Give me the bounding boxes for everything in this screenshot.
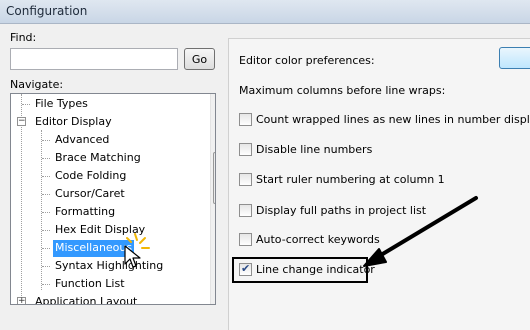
tree-connector	[42, 212, 50, 213]
go-button[interactable]: Go	[184, 48, 215, 70]
checkbox-checked[interactable]	[239, 262, 252, 276]
option-label: Start ruler numbering at column 1	[256, 173, 445, 186]
window-title: Configuration	[6, 4, 88, 18]
expander-minus-icon[interactable]: −	[17, 117, 26, 126]
tree-connector	[42, 284, 50, 285]
checkbox[interactable]	[239, 204, 252, 217]
preferences-panel: Editor color preferences: Maximum column…	[228, 38, 530, 330]
editor-color-button[interactable]	[499, 47, 530, 69]
scroll-up-arrow-icon[interactable]: ▲	[211, 94, 215, 110]
scroll-down-arrow-icon[interactable]: ▼	[211, 288, 215, 304]
navigate-tree[interactable]: − + File Types Editor Display Advanced B…	[10, 93, 216, 305]
checkbox[interactable]	[239, 233, 252, 246]
tree-item-application-layout[interactable]: Application Layout	[33, 294, 139, 304]
checkbox[interactable]	[239, 173, 252, 186]
option-label: Line change indicator	[256, 263, 375, 276]
checkbox[interactable]	[239, 113, 252, 126]
option-label: Auto-correct keywords	[256, 233, 380, 246]
scroll-thumb[interactable]	[213, 152, 215, 204]
option-label: Display full paths in project list	[256, 204, 427, 217]
option-label: Disable line numbers	[256, 143, 373, 156]
mouse-cursor-icon	[124, 245, 141, 268]
find-input[interactable]	[10, 48, 178, 70]
tree-connector	[22, 104, 30, 105]
tree-connector	[42, 194, 50, 195]
tree-item-editor-display[interactable]: Editor Display	[33, 114, 114, 131]
tree-item-file-types[interactable]: File Types	[33, 96, 90, 113]
tree-item-cursor-caret[interactable]: Cursor/Caret	[53, 186, 127, 203]
tree-item-function-list[interactable]: Function List	[53, 276, 127, 293]
tree-connector	[42, 176, 50, 177]
tree-connector	[42, 140, 50, 141]
checkbox[interactable]	[239, 143, 252, 156]
find-label: Find:	[10, 31, 37, 44]
tree-connector	[42, 158, 50, 159]
tree-connector	[42, 266, 50, 267]
title-bar: Configuration	[0, 0, 530, 24]
navigate-label: Navigate:	[10, 78, 64, 91]
option-label: Count wrapped lines as new lines in numb…	[256, 113, 530, 126]
tree-scrollbar[interactable]: ▲ ▼	[210, 94, 215, 304]
editor-color-label: Editor color preferences:	[239, 54, 375, 67]
tree-item-formatting[interactable]: Formatting	[53, 204, 117, 221]
tree-item-code-folding[interactable]: Code Folding	[53, 168, 128, 185]
tree-item-brace-matching[interactable]: Brace Matching	[53, 150, 143, 167]
expander-plus-icon[interactable]: +	[17, 297, 26, 304]
max-columns-label: Maximum columns before line wraps:	[239, 84, 446, 97]
tree-item-advanced[interactable]: Advanced	[53, 132, 111, 149]
tree-connector	[42, 230, 50, 231]
tree-connector	[42, 248, 50, 249]
